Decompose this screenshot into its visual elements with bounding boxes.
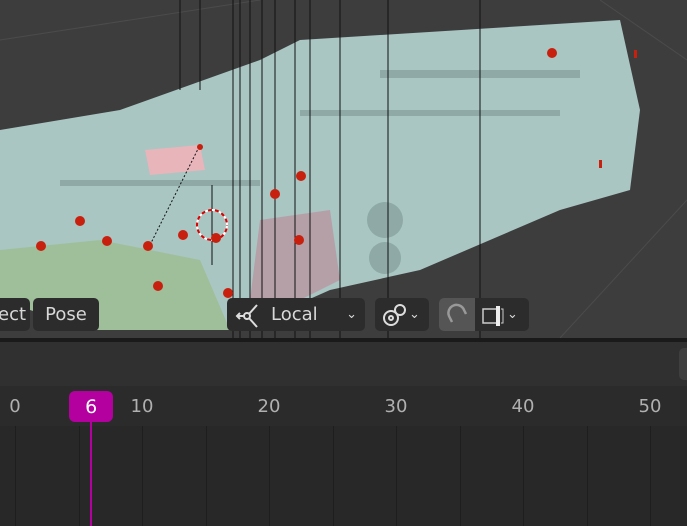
frame-gridline <box>78 426 80 526</box>
frame-gridline <box>205 426 207 526</box>
frame-gridline <box>269 426 270 526</box>
timeline-header-button[interactable] <box>679 348 687 380</box>
timeline-body[interactable] <box>0 426 687 526</box>
frame-tick-label: 0 <box>9 396 21 417</box>
3d-viewport[interactable] <box>0 0 687 338</box>
pivot-point-dropdown[interactable]: ⌄ <box>375 298 429 331</box>
frame-gridline <box>15 426 16 526</box>
current-frame-label: 6 <box>85 395 98 418</box>
mode-button-object[interactable]: ect <box>0 298 30 331</box>
frame-gridline <box>142 426 143 526</box>
chevron-down-icon: ⌄ <box>346 307 357 322</box>
pivot-point-icon <box>383 303 406 326</box>
timeline-header <box>0 342 687 386</box>
frame-tick-label: 50 <box>638 396 662 417</box>
mode-label: ect <box>0 304 27 325</box>
playhead-line[interactable] <box>90 420 93 526</box>
chevron-down-icon: ⌄ <box>507 307 518 322</box>
orientation-label: Local <box>271 304 318 325</box>
snap-target-icon <box>482 305 504 326</box>
frame-gridline <box>650 426 651 526</box>
frame-gridline <box>396 426 397 526</box>
snap-target-dropdown[interactable]: ⌄ <box>475 298 529 331</box>
frame-gridline <box>332 426 334 526</box>
orientation-icon <box>235 303 258 328</box>
frame-gridline <box>586 426 588 526</box>
ejection-port <box>145 145 205 175</box>
frame-gridline <box>459 426 461 526</box>
frame-tick-label: 30 <box>384 396 408 417</box>
viewport-scene <box>0 0 687 338</box>
transform-orientation-dropdown[interactable]: Local ⌄ <box>227 298 365 331</box>
current-frame-indicator[interactable]: 6 <box>69 391 114 422</box>
frame-tick-label: 40 <box>511 396 535 417</box>
frame-tick-label: 10 <box>130 396 154 417</box>
chevron-down-icon: ⌄ <box>409 307 420 322</box>
mode-button-pose[interactable]: Pose <box>33 298 99 331</box>
snap-magnet-icon <box>447 303 468 323</box>
mode-label: Pose <box>45 304 87 325</box>
frame-gridline <box>523 426 524 526</box>
snap-toggle[interactable] <box>439 298 475 331</box>
frame-tick-label: 20 <box>257 396 281 417</box>
